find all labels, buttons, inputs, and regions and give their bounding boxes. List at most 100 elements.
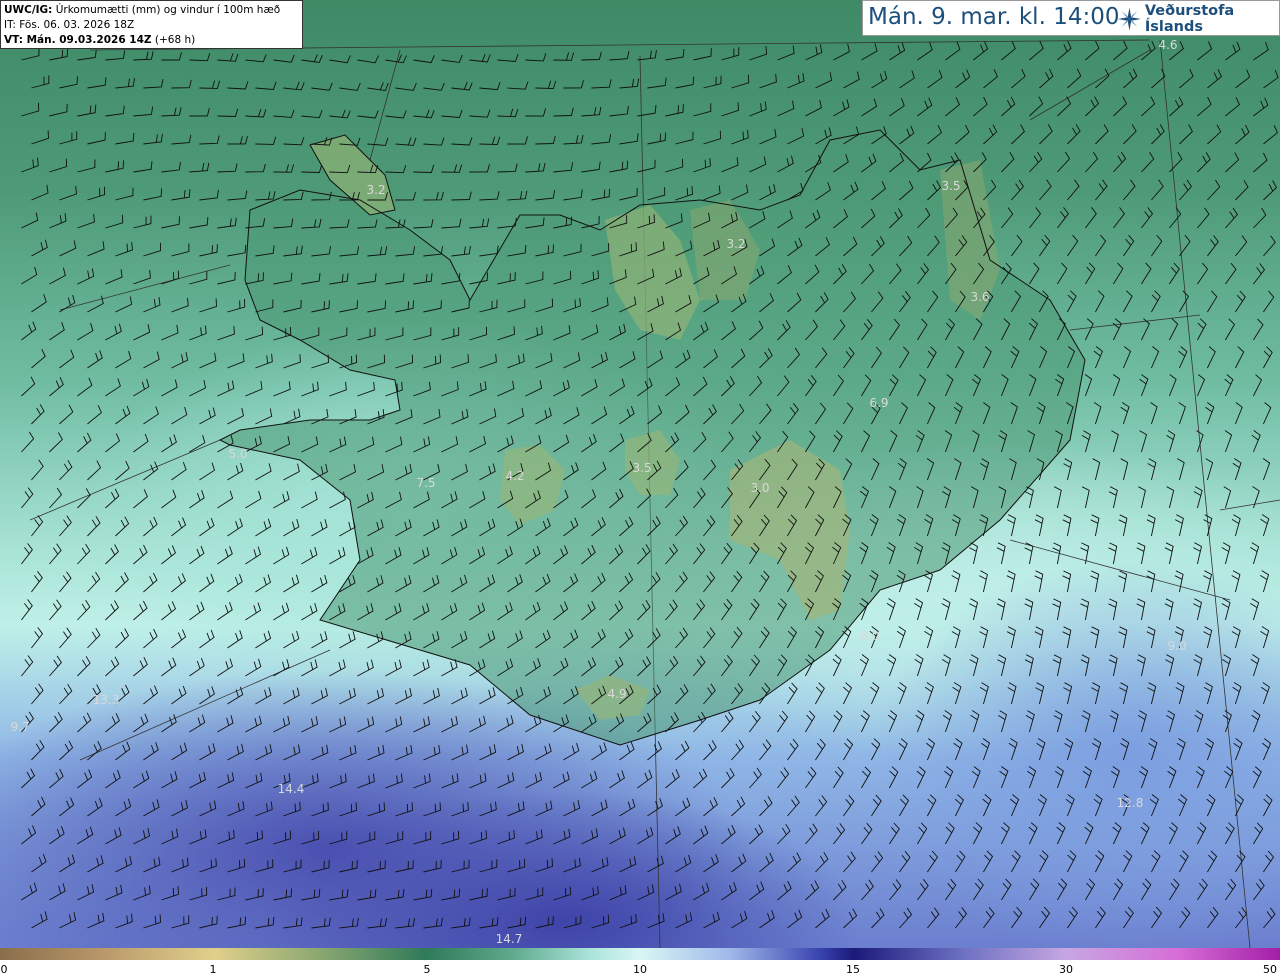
wind-barb <box>329 716 347 733</box>
wind-barb <box>861 879 874 901</box>
wind-barb <box>1203 570 1213 593</box>
wind-barb <box>955 124 970 145</box>
precipitation-map[interactable]: 4.6 3.2 3.5 3.2 3.6 6.9 5.0 4.2 3.5 3.0 … <box>0 0 1280 948</box>
wind-barb <box>1108 542 1118 565</box>
wind-barb <box>1123 124 1137 145</box>
wind-barb <box>87 855 104 873</box>
wind-barb <box>413 716 431 733</box>
wind-barb <box>59 571 72 593</box>
wind-barb <box>591 857 609 873</box>
wind-barb <box>553 828 571 845</box>
wind-barb <box>469 830 487 845</box>
wind-barb <box>1225 41 1241 61</box>
wind-barb <box>199 407 216 425</box>
grid-line <box>1069 314 1201 331</box>
wind-barb <box>451 687 468 705</box>
wind-barb <box>1260 570 1270 593</box>
wind-barb <box>1151 68 1166 89</box>
wind-barb <box>979 682 989 705</box>
wind-barb <box>227 574 243 593</box>
wind-barb <box>1036 738 1046 761</box>
wind-barb <box>339 687 356 705</box>
wind-barb <box>311 82 333 91</box>
wind-barb <box>1110 766 1120 789</box>
wind-barb <box>283 917 303 929</box>
wind-barb <box>945 878 957 901</box>
wind-barb <box>609 885 627 901</box>
wind-barb <box>581 106 602 117</box>
wind-barb <box>759 795 773 817</box>
wind-barb <box>1151 124 1165 145</box>
wind-barb <box>413 164 435 173</box>
wind-barb <box>133 106 154 117</box>
wind-barb <box>283 81 305 91</box>
wind-barb <box>1169 262 1180 285</box>
wind-barb <box>339 82 361 91</box>
wind-barb <box>1062 514 1072 537</box>
wind-barb <box>87 741 102 761</box>
wind-barb <box>1120 738 1130 761</box>
wind-barb <box>1011 850 1021 873</box>
wind-barb <box>1062 570 1072 593</box>
wind-barb <box>815 72 833 89</box>
wind-barb <box>973 822 983 845</box>
product-code: UWC/IG: <box>4 4 53 16</box>
wind-barb <box>1250 654 1260 677</box>
land-shading <box>220 130 1085 745</box>
wind-barb <box>721 102 739 117</box>
wind-barb <box>77 432 92 453</box>
colorbar-tick: 1 <box>209 963 217 976</box>
wind-barb <box>357 773 375 789</box>
wind-barb <box>133 215 152 229</box>
wind-barb <box>1166 430 1176 453</box>
wind-barb <box>189 545 205 565</box>
vedurstofa-logo[interactable]: Veðurstofa Íslands <box>1118 3 1279 35</box>
wind-barb <box>385 164 407 174</box>
wind-barb <box>1108 654 1118 677</box>
wind-barb <box>871 794 882 817</box>
wind-barb <box>227 190 248 201</box>
wind-barb <box>1113 207 1125 229</box>
wind-barb <box>1085 40 1100 61</box>
wind-barb <box>609 160 629 173</box>
wind-barb <box>1253 879 1265 901</box>
wind-barb <box>301 830 320 845</box>
wind-barb <box>637 826 654 845</box>
wind-barb <box>832 654 842 677</box>
wind-barb <box>787 909 803 929</box>
wind-barb <box>385 716 403 733</box>
wind-barb <box>1235 907 1248 929</box>
wind-barb <box>703 740 717 761</box>
wind-barb <box>21 825 37 845</box>
wind-barb <box>59 797 75 817</box>
wind-barb <box>385 773 403 789</box>
wind-barb <box>1225 152 1240 173</box>
wind-barb <box>917 822 928 845</box>
wind-barb <box>1193 598 1203 621</box>
field-value-label: 7.5 <box>416 476 436 490</box>
wind-barb <box>507 858 526 873</box>
wind-barb <box>1093 346 1103 369</box>
wind-barb <box>693 103 712 117</box>
wind-barb <box>1113 151 1127 173</box>
wind-barb <box>693 158 711 173</box>
wind-barb <box>1120 402 1130 425</box>
wind-barb <box>1029 96 1044 117</box>
wind-barb <box>1221 542 1231 565</box>
grid-line <box>1009 539 1231 601</box>
wind-barb <box>283 801 301 817</box>
time-banner: Mán. 9. mar. kl. 14:00 Veðurstofa Ísland… <box>862 0 1280 36</box>
wind-barb <box>1057 878 1068 901</box>
wind-barb <box>1263 125 1278 145</box>
wind-barb <box>1056 822 1066 845</box>
wind-barb <box>703 185 721 201</box>
wind-barb <box>105 488 120 509</box>
wind-barb <box>1205 738 1215 761</box>
wind-barb <box>199 915 218 929</box>
field-value-label: 9.0 <box>1167 639 1187 653</box>
wind-barb <box>1123 906 1134 929</box>
wind-barb <box>1252 374 1263 397</box>
wind-barb <box>941 654 951 677</box>
wind-barb <box>329 109 351 119</box>
wind-barb <box>897 682 907 705</box>
